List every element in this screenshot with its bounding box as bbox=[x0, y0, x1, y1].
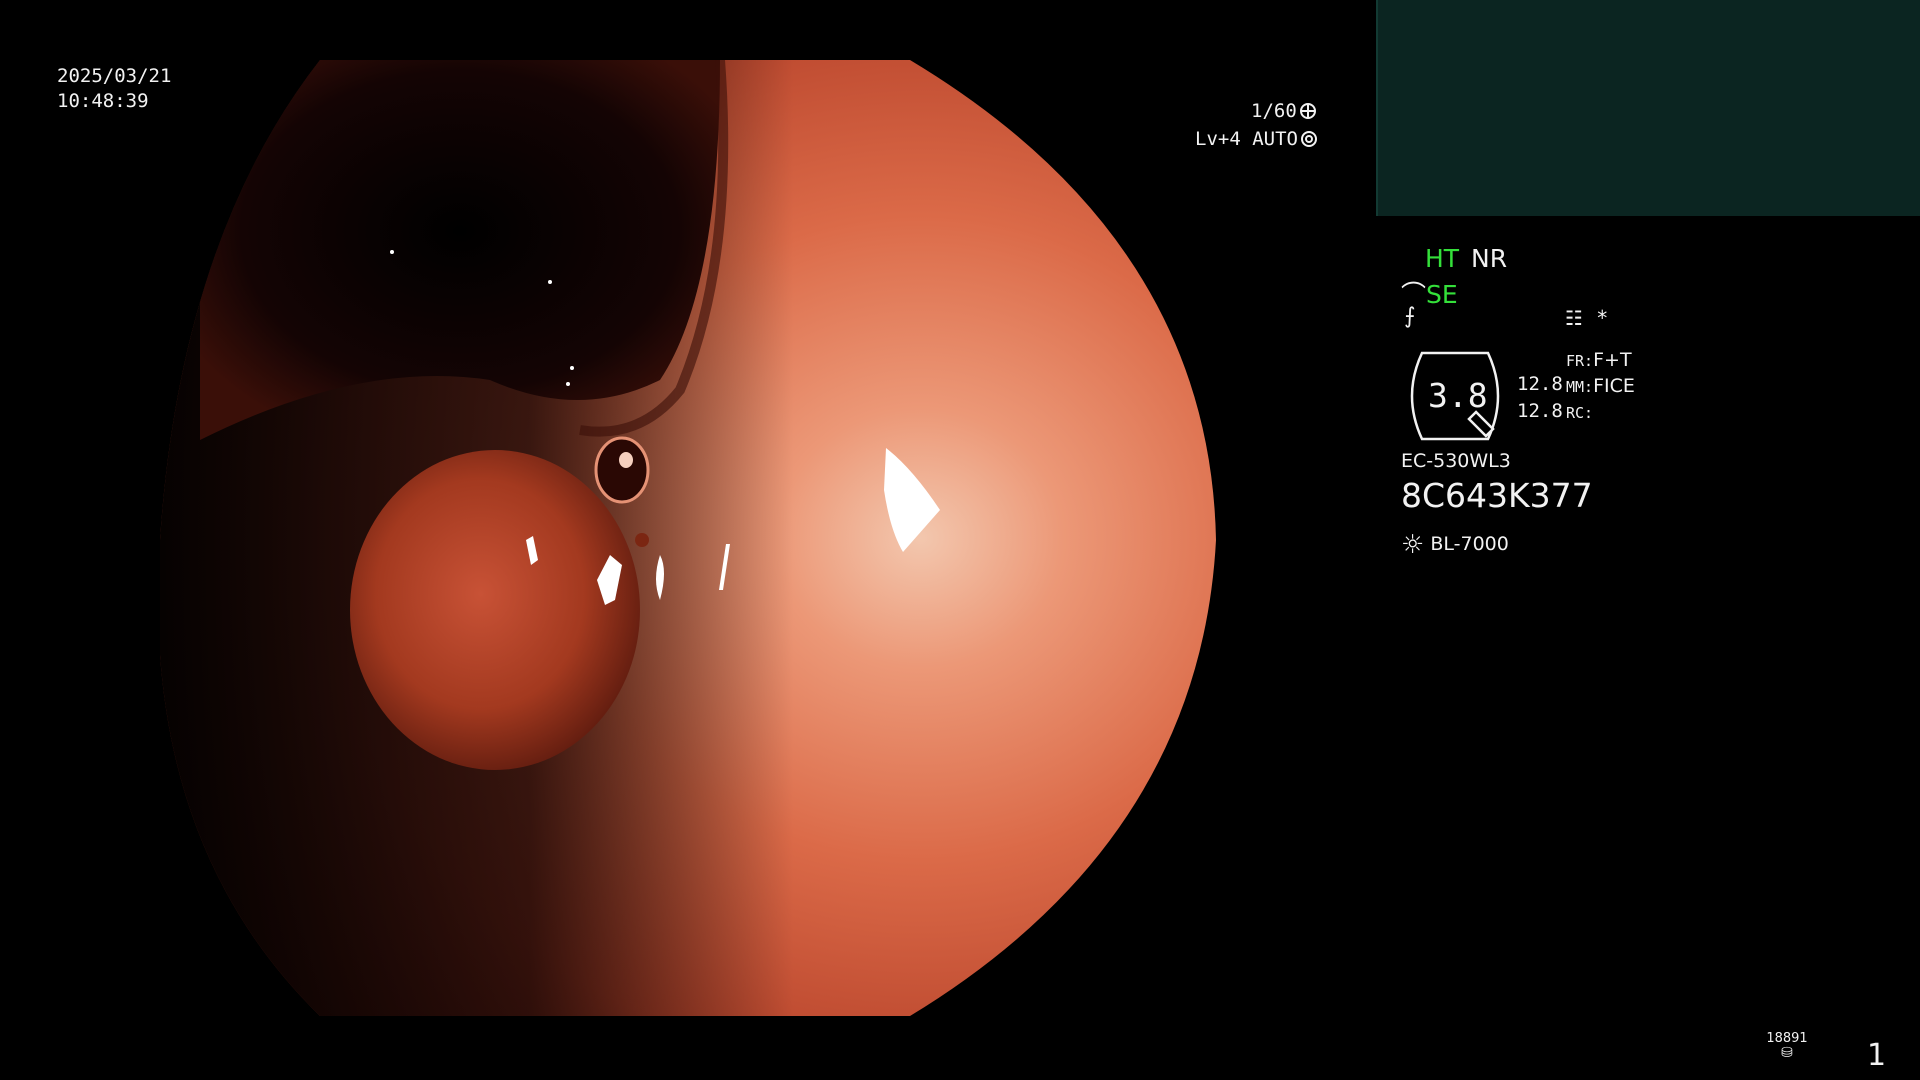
counter-text: 18891 bbox=[1766, 1031, 1808, 1046]
light-model: BL-7000 bbox=[1430, 533, 1509, 555]
star-indicator: * bbox=[1597, 306, 1608, 330]
gamma-slash-icon: ⨍ bbox=[1404, 304, 1416, 329]
se-indicator: SE bbox=[1426, 280, 1458, 309]
mode-labels: FR:F+T MM:FICE RC: bbox=[1566, 348, 1635, 426]
processing-modes: HT NR bbox=[1425, 244, 1507, 273]
nr-indicator: NR bbox=[1471, 244, 1508, 273]
datetime: 2025/03/21 10:48:39 bbox=[57, 64, 171, 114]
time-text: 10:48:39 bbox=[57, 90, 149, 112]
storage-disk-icon: ⛁ bbox=[1781, 1045, 1793, 1061]
value-2: 12.8 bbox=[1517, 400, 1563, 422]
exposure-mode: Lv+4 AUTO bbox=[1195, 128, 1317, 150]
endoscope-monitor: 2025/03/21 10:48:39 1/60 Lv+4 AUTO HT NR… bbox=[0, 0, 1920, 1080]
shutter-readout: 1/60 bbox=[1251, 100, 1316, 122]
rc-label: RC: bbox=[1566, 404, 1594, 422]
image-counter: 18891 ⛁ bbox=[1765, 1031, 1809, 1060]
mm-label: MM: bbox=[1566, 378, 1594, 396]
mm-value: FICE bbox=[1593, 375, 1635, 397]
mode-text: AUTO bbox=[1252, 128, 1298, 150]
iris-icon bbox=[1300, 131, 1317, 147]
light-source-icon: ☼ bbox=[1401, 530, 1425, 560]
list-icon: ☷ bbox=[1565, 306, 1583, 330]
scope-serial: 8C643K377 bbox=[1401, 476, 1593, 515]
ht-indicator: HT bbox=[1425, 244, 1460, 273]
date-text: 2025/03/21 bbox=[57, 65, 172, 87]
light-source: ☼ BL-7000 bbox=[1401, 530, 1509, 560]
endoscopic-image bbox=[160, 60, 1216, 1016]
sub-screen-panel bbox=[1376, 0, 1920, 216]
level-text: Lv+4 bbox=[1195, 128, 1241, 150]
shutter-text: 1/60 bbox=[1251, 100, 1297, 122]
value-1: 12.8 bbox=[1517, 373, 1563, 395]
zoom-values: 12.8 12.8 bbox=[1517, 371, 1563, 425]
page-number: 1 bbox=[1867, 1038, 1887, 1073]
menu-indicator: ☷ * bbox=[1565, 306, 1607, 330]
zoom-value: 3.8 bbox=[1428, 376, 1488, 415]
fr-label: FR: bbox=[1566, 352, 1594, 370]
scope-model: EC-530WL3 bbox=[1401, 450, 1511, 472]
fr-value: F+T bbox=[1593, 349, 1632, 371]
shutter-wheel-icon bbox=[1299, 103, 1316, 119]
